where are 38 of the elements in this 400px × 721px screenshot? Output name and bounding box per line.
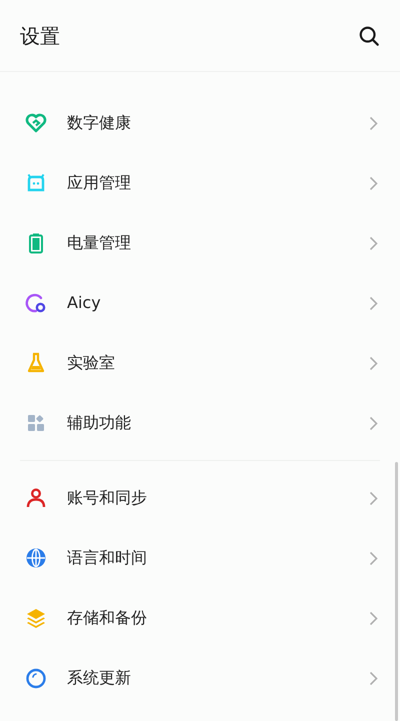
chevron-icon: [369, 116, 378, 130]
settings-item[interactable]: 数字健康: [0, 93, 400, 153]
item-label: Aicy: [67, 292, 102, 314]
chevron-icon: [369, 610, 378, 626]
item-label: 数字健康: [67, 112, 132, 134]
settings-item[interactable]: 辅助功能: [0, 393, 400, 453]
settings-item[interactable]: 电量管理: [0, 213, 400, 273]
settings-item[interactable]: 存储和备份: [0, 588, 400, 648]
settings-item[interactable]: 语言和时间: [0, 528, 400, 588]
item-label: 应用管理: [67, 172, 132, 194]
settings-item[interactable]: Aicy: [0, 273, 400, 333]
chevron-icon: [369, 296, 378, 310]
circle-icon: [24, 666, 48, 690]
chevron-icon: [369, 176, 378, 190]
item-label: 语言和时间: [67, 547, 148, 569]
ring-icon: [24, 291, 48, 315]
item-label: 辅助功能: [67, 412, 132, 434]
item-label: 实验室: [67, 352, 116, 374]
heart-icon: [24, 111, 48, 135]
settings-item[interactable]: 系统更新: [0, 648, 400, 708]
search-icon[interactable]: [358, 24, 380, 46]
item-label: 存储和备份: [67, 607, 148, 629]
chevron-icon: [369, 490, 378, 506]
scrollbar[interactable]: [395, 462, 398, 721]
chevron-icon: [369, 416, 378, 430]
item-label: 系统更新: [67, 667, 132, 689]
chevron-icon: [369, 356, 378, 370]
settings-item[interactable]: 实验室: [0, 333, 400, 393]
item-label: 电量管理: [67, 232, 132, 254]
person-icon: [24, 486, 48, 510]
chevron-icon: [369, 670, 378, 686]
item-label: 账号和同步: [67, 487, 148, 509]
globe-icon: [24, 546, 48, 570]
settings-item[interactable]: 账号和同步: [0, 468, 400, 528]
chevron-icon: [369, 550, 378, 566]
page-title: 设置: [20, 22, 60, 50]
settings-item[interactable]: 应用管理: [0, 153, 400, 213]
chevron-icon: [369, 236, 378, 250]
